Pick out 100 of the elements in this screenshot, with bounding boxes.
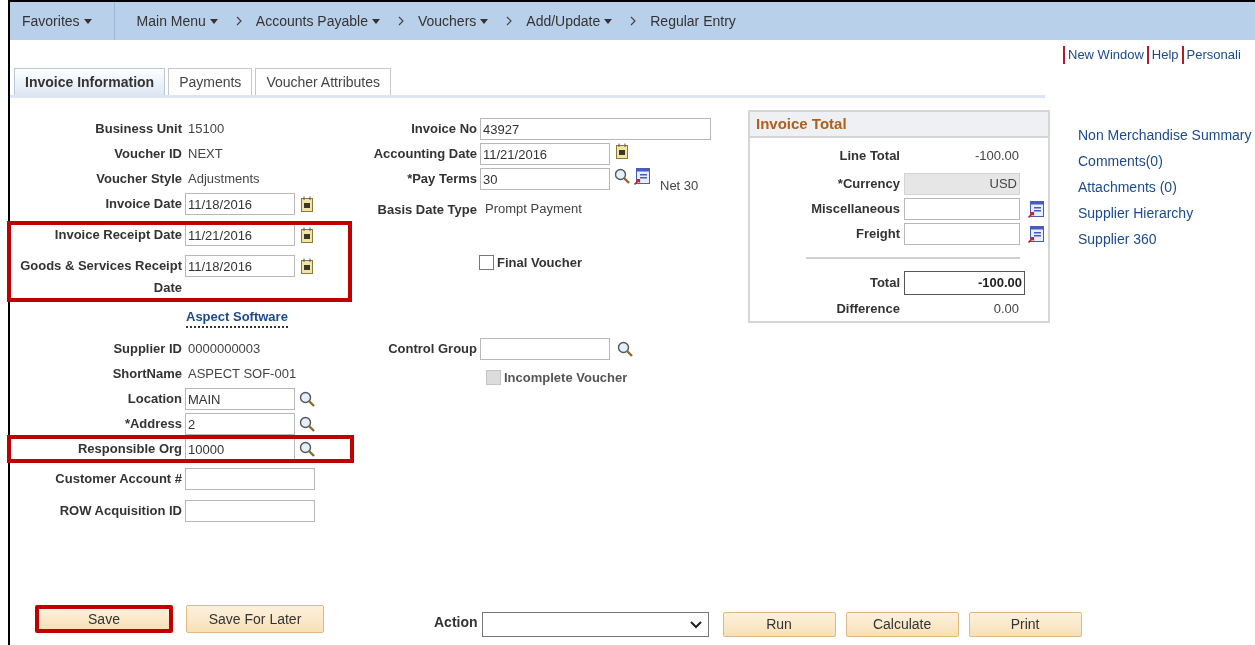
nav-menu[interactable]: Accounts Payable [235, 2, 380, 40]
caret-icon [209, 18, 218, 24]
field-value: 0000000003 [188, 340, 261, 359]
calendar-icon[interactable] [301, 196, 313, 212]
lookup-field[interactable]: MAIN [185, 388, 295, 410]
calendar-icon[interactable] [301, 258, 313, 274]
field-label: Miscellaneous [810, 200, 900, 218]
checkbox-label: Incomplete Voucher [504, 368, 628, 387]
date-field[interactable]: 11/18/2016 [185, 255, 295, 277]
field-label: Difference [835, 300, 900, 318]
detail-window-icon[interactable] [1028, 225, 1044, 243]
chevron-down-icon [689, 620, 702, 629]
field-value: ASPECT SOF-001 [188, 365, 297, 384]
field-label: Freight [854, 225, 900, 243]
date-field[interactable]: 11/21/2016 [480, 143, 610, 165]
nav-menu[interactable]: Favorites [22, 2, 115, 40]
search-icon[interactable] [299, 416, 315, 432]
action-button[interactable]: Print [968, 612, 1082, 637]
field-label: ROW Acquisition ID [58, 502, 182, 520]
field-label: Voucher Style [95, 170, 182, 188]
caret-icon [604, 18, 613, 24]
side-link[interactable]: Supplier Hierarchy [1078, 204, 1255, 222]
text-field[interactable] [185, 500, 315, 522]
field-value: Prompt Payment [485, 200, 582, 218]
header-link[interactable]: Personali [1186, 45, 1241, 65]
text-field[interactable] [904, 223, 1020, 245]
header-link[interactable]: New Window [1068, 45, 1144, 65]
caret-icon [480, 18, 489, 24]
field-label: Total [868, 274, 900, 292]
search-icon[interactable] [299, 441, 315, 457]
field-label: Supplier ID [112, 340, 182, 358]
lookup-field[interactable]: 2 [185, 413, 295, 435]
date-field[interactable]: 11/18/2016 [185, 193, 295, 215]
field-label: *Currency [836, 175, 900, 193]
caret-icon [371, 18, 380, 24]
field-label: Basis Date Type [376, 201, 477, 219]
checkbox[interactable] [479, 255, 494, 271]
calendar-icon[interactable] [616, 143, 628, 159]
header-link[interactable]: Help [1151, 45, 1179, 65]
nav-menu[interactable]: Add/Update [506, 2, 613, 40]
date-field[interactable]: 11/21/2016 [185, 224, 295, 246]
nav-menu[interactable]: Vouchers [397, 2, 489, 40]
field-value: Adjustments [188, 170, 260, 189]
action-dropdown[interactable] [481, 612, 709, 637]
nav-menu[interactable]: Regular Entry [630, 2, 736, 40]
field-label: Voucher ID [113, 145, 182, 163]
calendar-icon[interactable] [301, 227, 313, 243]
text-field[interactable] [904, 198, 1020, 220]
side-link[interactable]: Supplier 360 [1078, 230, 1255, 248]
search-icon[interactable] [614, 168, 630, 184]
detail-window-icon[interactable] [1028, 200, 1044, 218]
side-link[interactable]: Comments(0) [1078, 152, 1255, 170]
field-label: Customer Account # [54, 470, 182, 488]
detail-window-icon[interactable] [634, 168, 650, 185]
tab[interactable]: Invoice Information [14, 68, 166, 95]
text-field[interactable]: 43927 [480, 118, 711, 140]
text-field[interactable] [185, 468, 315, 490]
chevron-icon [630, 16, 637, 26]
side-link[interactable]: Attachments (0) [1078, 178, 1255, 196]
readonly-field: USD [904, 173, 1020, 195]
field-value: 15100 [188, 120, 225, 139]
field-label: Location [126, 390, 182, 408]
field-value: NEXT [188, 145, 223, 164]
field-label: Line Total [838, 147, 900, 165]
field-value: 0.00 [992, 300, 1019, 318]
field-value: -100.00 [973, 147, 1019, 165]
action-button[interactable]: Run [722, 612, 836, 637]
field-label: Invoice Date [104, 195, 182, 213]
field-label: Accounting Date [372, 145, 477, 163]
field-label: Control Group [387, 339, 477, 358]
search-icon[interactable] [617, 340, 633, 357]
lookup-field[interactable] [480, 337, 610, 360]
field-label: *Address [123, 415, 182, 433]
field-label: Business Unit [94, 120, 182, 138]
field-label: Invoice Receipt Date [53, 226, 182, 244]
search-icon[interactable] [299, 391, 315, 407]
total-field: -100.00 [904, 271, 1025, 295]
field-label: Responsible Org [76, 440, 182, 458]
side-link[interactable]: Non Merchandise Summary [1078, 126, 1255, 144]
field-label: *Pay Terms [406, 170, 477, 188]
chevron-icon [235, 16, 242, 26]
field-label: Invoice No [410, 120, 477, 138]
supplier-link[interactable]: Aspect Software [186, 308, 288, 328]
lookup-field[interactable]: 10000 [185, 438, 295, 460]
tab[interactable]: Payments [168, 68, 253, 95]
action-button[interactable]: Save For Later [186, 605, 324, 633]
lookup-field[interactable]: 30 [480, 168, 610, 190]
panel-title: Invoice Total [756, 113, 847, 134]
field-label: ShortName [111, 365, 182, 383]
chevron-icon [506, 16, 513, 26]
field-note: Net 30 [660, 177, 699, 195]
checkbox-label: Final Voucher [497, 254, 582, 272]
tab[interactable]: Voucher Attributes [255, 68, 391, 95]
field-label: Action [434, 613, 478, 632]
chevron-icon [397, 16, 404, 26]
field-label: Goods & Services Receipt Date [19, 257, 182, 297]
nav-menu[interactable]: Main Menu [136, 2, 218, 40]
action-button[interactable]: Calculate [845, 612, 959, 637]
action-button[interactable]: Save [35, 605, 173, 633]
caret-icon [83, 18, 92, 24]
